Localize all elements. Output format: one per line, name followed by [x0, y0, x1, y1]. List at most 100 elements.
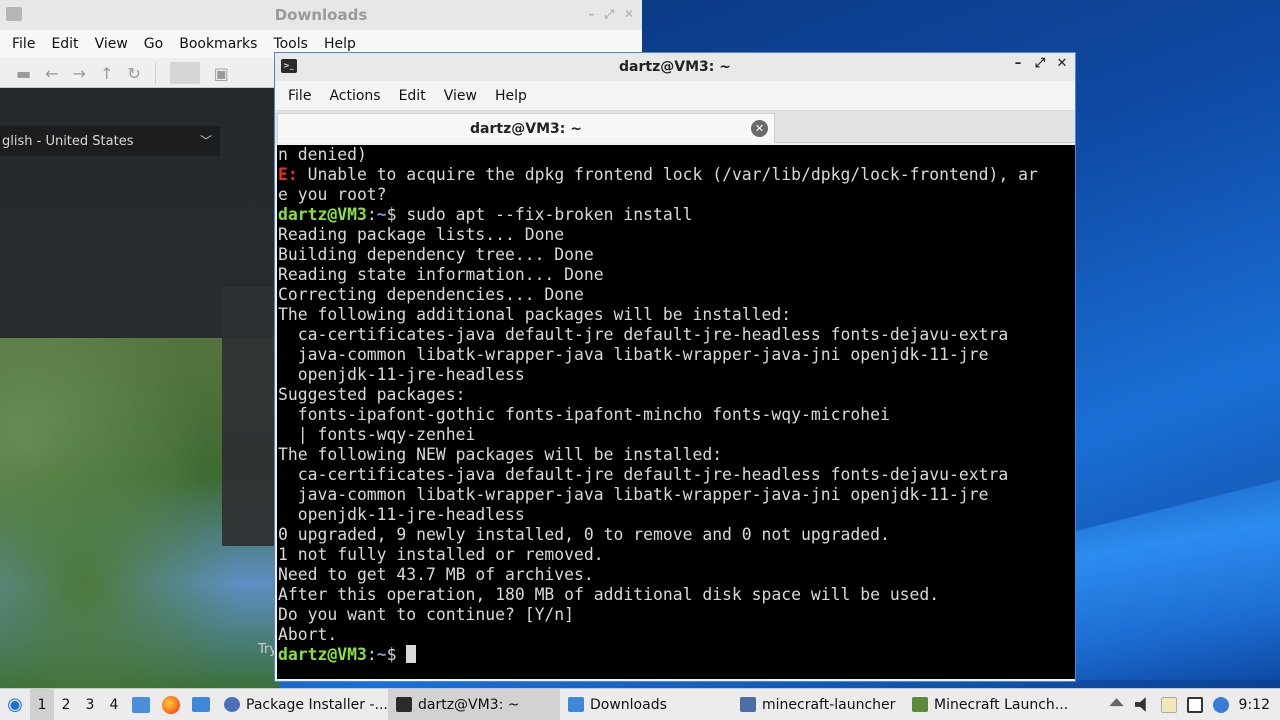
- terminal-line: dartz@VM3:~$ sudo apt --fix-broken insta…: [278, 205, 1075, 225]
- folder-icon: [568, 697, 584, 712]
- workspace-4[interactable]: 4: [102, 689, 126, 720]
- minecraft-icon: [912, 697, 928, 712]
- terminal-line: After this operation, 180 MB of addition…: [278, 585, 1075, 605]
- close-tab-icon[interactable]: ✕: [751, 120, 768, 137]
- menu-edit[interactable]: Edit: [390, 88, 435, 104]
- terminal-text: Abort.: [278, 625, 338, 644]
- terminal-tab[interactable]: dartz@VM3: ~ ✕: [277, 113, 775, 143]
- forward-icon[interactable]: →: [73, 64, 86, 83]
- task-label: dartz@VM3: ~: [418, 696, 520, 713]
- minimize-icon[interactable]: –: [1011, 56, 1025, 71]
- terminal-app-icon: >_: [281, 59, 297, 73]
- start-menu-button[interactable]: ◉: [0, 689, 30, 720]
- eject-icon[interactable]: [1109, 698, 1124, 707]
- language-select[interactable]: glish - United States ﹀: [0, 126, 220, 156]
- error-prefix: E:: [278, 165, 298, 184]
- workspace-2[interactable]: 2: [54, 689, 78, 720]
- terminal-line: The following NEW packages will be insta…: [278, 445, 1075, 465]
- package-installer-window: glish - United States ﹀: [0, 88, 280, 688]
- task-downloads[interactable]: Downloads: [560, 689, 732, 720]
- menu-help[interactable]: Help: [486, 88, 536, 104]
- prompt-path: ~: [376, 645, 387, 664]
- terminal-text: fonts-ipafont-gothic fonts-ipafont-minch…: [278, 405, 890, 424]
- menu-view[interactable]: View: [435, 88, 486, 104]
- prompt-user: dartz@VM3: [278, 645, 367, 664]
- clock[interactable]: 9:12: [1239, 697, 1270, 713]
- window-controls: – ⤢ ✕: [588, 7, 634, 22]
- volume-icon[interactable]: [1134, 697, 1146, 712]
- terminal-line: Suggested packages:: [278, 385, 1075, 405]
- terminal-line: Abort.: [278, 625, 1075, 645]
- terminal-line: openjdk-11-jre-headless: [278, 505, 1075, 525]
- prompt-separator: :: [366, 645, 377, 664]
- terminal-text: The following NEW packages will be insta…: [278, 445, 723, 464]
- workspace-3[interactable]: 3: [78, 689, 102, 720]
- maximize-icon[interactable]: ⤢: [604, 7, 614, 22]
- clipboard-icon[interactable]: [1160, 696, 1177, 713]
- close-icon[interactable]: ✕: [624, 7, 634, 22]
- file-manager-icon: [192, 697, 210, 712]
- new-tab-icon[interactable]: ▬: [16, 64, 31, 83]
- minimize-icon[interactable]: –: [588, 7, 594, 22]
- prompt-separator: :: [366, 205, 377, 224]
- menu-file[interactable]: File: [4, 36, 43, 52]
- terminal-text: ca-certificates-java default-jre default…: [278, 325, 1009, 344]
- task-label: Minecraft Launch...: [934, 696, 1069, 713]
- file-manager-titlebar[interactable]: Downloads – ⤢ ✕: [0, 0, 642, 30]
- thumbnail-view-icon[interactable]: ▣: [214, 64, 229, 83]
- terminal-window[interactable]: >_ dartz@VM3: ~ – ⤢ ✕ File Actions Edit …: [274, 52, 1076, 682]
- menu-view[interactable]: View: [87, 36, 136, 52]
- terminal-line: Reading package lists... Done: [278, 225, 1075, 245]
- terminal-line: The following additional packages will b…: [278, 305, 1075, 325]
- terminal-text: Reading package lists... Done: [278, 225, 565, 244]
- maximize-icon[interactable]: ⤢: [1033, 56, 1047, 71]
- close-icon[interactable]: ✕: [1055, 56, 1069, 71]
- terminal-text: openjdk-11-jre-headless: [278, 505, 525, 524]
- reload-icon[interactable]: ↻: [127, 64, 140, 83]
- prompt-symbol: $: [386, 645, 407, 664]
- menu-help[interactable]: Help: [316, 36, 364, 52]
- terminal-text: Correcting dependencies... Done: [278, 285, 584, 304]
- terminal-line: | fonts-wqy-zenhei: [278, 425, 1075, 445]
- terminal-text: n denied): [278, 145, 367, 164]
- system-tray: 9:12: [1109, 696, 1280, 713]
- task-minecraft-launcher[interactable]: minecraft-launcher: [732, 689, 904, 720]
- terminal-text: java-common libatk-wrapper-java libatk-w…: [278, 485, 989, 504]
- task-minecraft-launch[interactable]: Minecraft Launch...: [904, 689, 1076, 720]
- task-terminal[interactable]: dartz@VM3: ~: [388, 688, 560, 720]
- firefox-icon: [162, 695, 180, 714]
- workspace-1[interactable]: 1: [30, 688, 54, 720]
- window-icon: [740, 697, 756, 712]
- terminal-tabbar: dartz@VM3: ~ ✕: [275, 111, 1075, 143]
- menu-bookmarks[interactable]: Bookmarks: [171, 36, 265, 52]
- terminal-text: The following additional packages will b…: [278, 305, 792, 324]
- taskbar: ◉ 1 2 3 4 Package Installer -... dartz@V…: [0, 688, 1280, 720]
- terminal-output[interactable]: n denied) E: Unable to acquire the dpkg f…: [277, 145, 1075, 679]
- update-notifier-icon[interactable]: [1212, 696, 1229, 713]
- terminal-text: ca-certificates-java default-jre default…: [278, 465, 1009, 484]
- folder-icon: [6, 7, 22, 21]
- file-manager-title: Downloads: [274, 6, 368, 24]
- terminal-line: Correcting dependencies... Done: [278, 285, 1075, 305]
- menu-file[interactable]: File: [279, 88, 320, 104]
- terminal-line: java-common libatk-wrapper-java libatk-w…: [278, 485, 1075, 505]
- terminal-line: Reading state information... Done: [278, 265, 1075, 285]
- back-icon[interactable]: ←: [45, 64, 58, 83]
- task-label: minecraft-launcher: [762, 696, 896, 713]
- quicklaunch-files[interactable]: [126, 689, 156, 720]
- terminal-line: ca-certificates-java default-jre default…: [278, 325, 1075, 345]
- language-select-value: glish - United States: [2, 133, 134, 149]
- terminal-line: ca-certificates-java default-jre default…: [278, 465, 1075, 485]
- up-icon[interactable]: ↑: [100, 64, 113, 83]
- network-icon[interactable]: [1186, 696, 1203, 713]
- quicklaunch-file-manager[interactable]: [186, 689, 216, 720]
- menu-edit[interactable]: Edit: [43, 36, 86, 52]
- lubuntu-logo-icon: ◉: [7, 694, 23, 715]
- menu-tools[interactable]: Tools: [265, 36, 316, 52]
- menu-actions[interactable]: Actions: [320, 88, 389, 104]
- task-package-installer[interactable]: Package Installer -...: [216, 689, 388, 720]
- terminal-titlebar[interactable]: >_ dartz@VM3: ~ – ⤢ ✕: [275, 53, 1075, 81]
- menu-go[interactable]: Go: [136, 36, 171, 52]
- quicklaunch-firefox[interactable]: [156, 689, 186, 720]
- icon-view-button[interactable]: [169, 62, 200, 84]
